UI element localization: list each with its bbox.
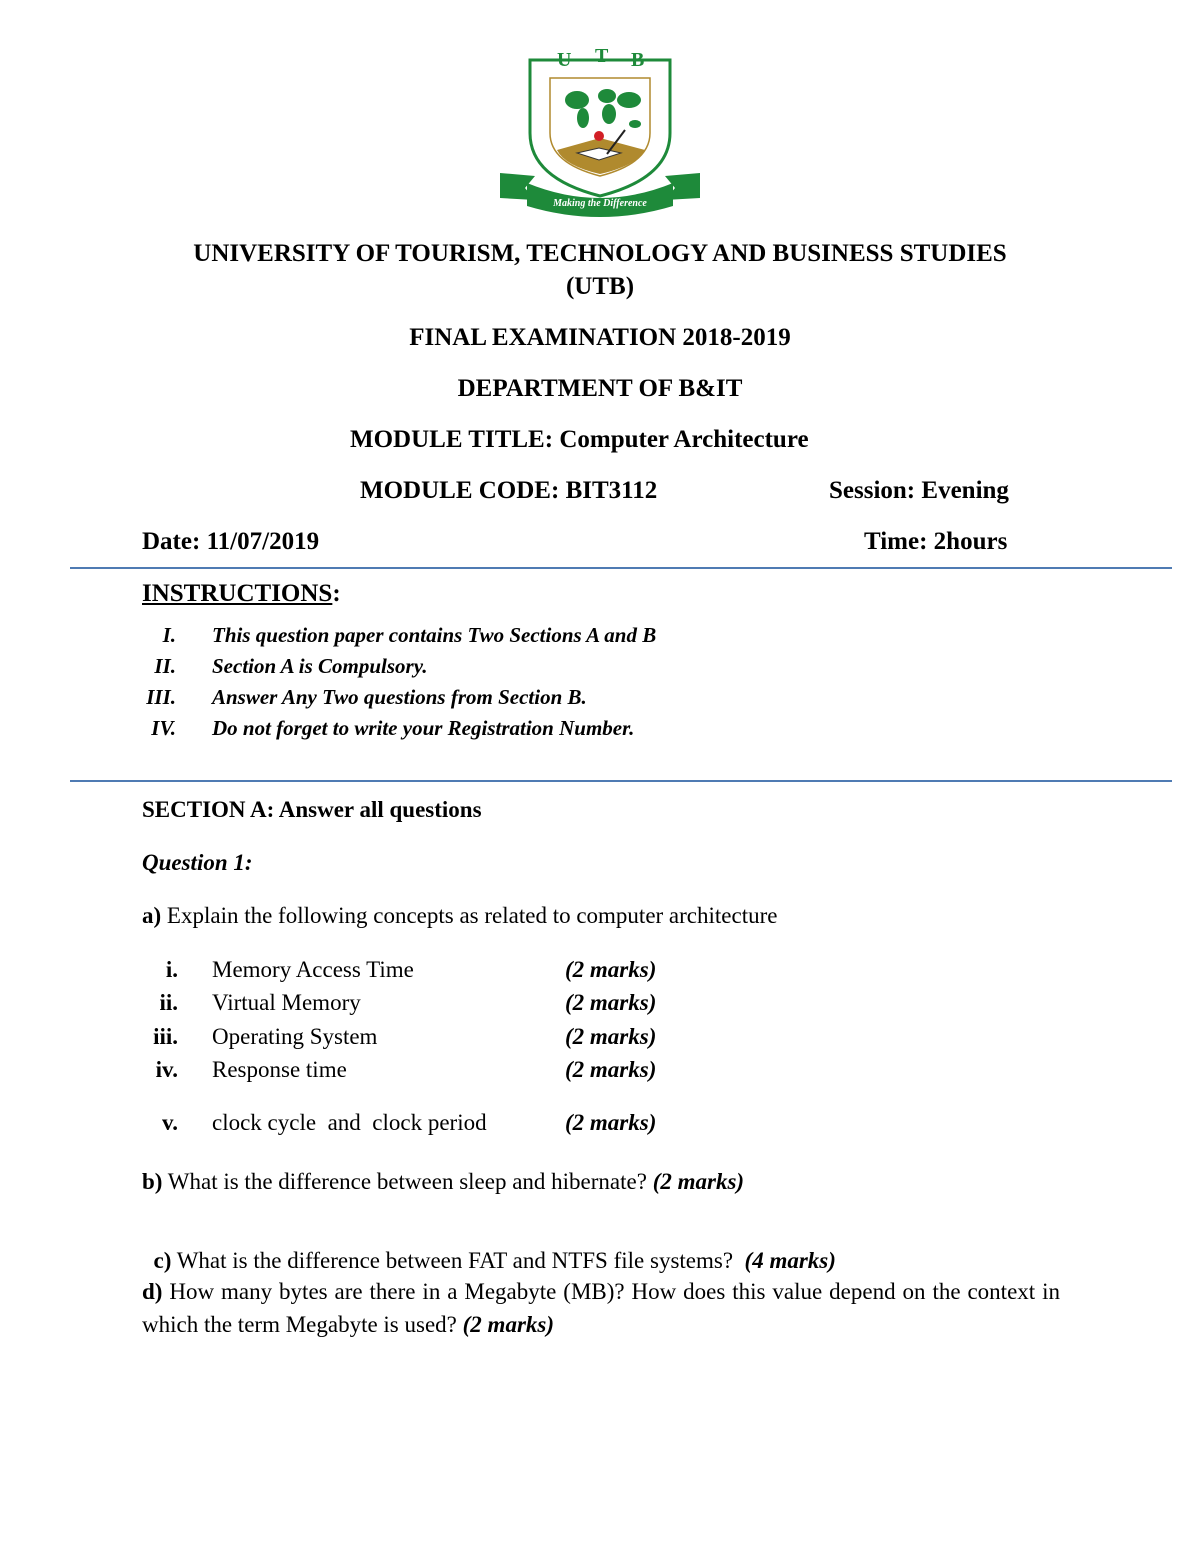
session-value: Evening xyxy=(921,477,1009,504)
subitem-marks: (2 marks) xyxy=(565,1110,657,1135)
university-logo: U T B Making the Difference xyxy=(495,38,705,218)
logo-letter-b: B xyxy=(631,49,644,71)
module-title-label: MODULE TITLE: xyxy=(350,426,554,453)
part-c-marks: (4 marks) xyxy=(744,1248,836,1273)
subitem-text: Virtual Memory xyxy=(212,990,361,1015)
subitem-number: v. xyxy=(162,1110,178,1135)
logo-letter-u: U xyxy=(557,49,571,71)
utb-crest-icon: U T B Making the Difference xyxy=(500,45,700,217)
instructions-colon: : xyxy=(332,580,341,607)
logo-letter-t: T xyxy=(595,45,609,67)
section-a-heading: SECTION A: Answer all questions xyxy=(142,797,482,822)
divider-bottom xyxy=(70,780,1172,782)
module-code: BIT3112 xyxy=(565,477,658,504)
date-value: 11/07/2019 xyxy=(206,528,320,555)
question-part-a: a) Explain the following concepts as rel… xyxy=(142,903,1060,929)
session-line: Session: Evening xyxy=(829,477,1009,505)
instruction-text: Answer Any Two questions from Section B. xyxy=(212,685,587,709)
instruction-text: This question paper contains Two Section… xyxy=(212,623,657,647)
session-label: Session: xyxy=(829,477,916,504)
question-part-d: d) How many bytes are there in a Megabyt… xyxy=(142,1275,1060,1341)
instruction-number: II. xyxy=(154,654,176,678)
question-1-label: Question 1: xyxy=(142,850,253,875)
instruction-number: IV. xyxy=(151,716,176,740)
time-line: Time: 2hours xyxy=(864,528,1007,556)
university-name: UNIVERSITY OF TOURISM, TECHNOLOGY AND BU… xyxy=(193,240,1007,267)
part-d-label: d) xyxy=(142,1279,163,1304)
subitem-number: iv. xyxy=(155,1057,178,1082)
subitem-number: iii. xyxy=(153,1024,178,1049)
subitem-text: Memory Access Time xyxy=(212,957,414,982)
subitem-marks: (2 marks) xyxy=(565,957,657,982)
instruction-number: III. xyxy=(146,685,176,709)
time-label: Time: xyxy=(864,528,928,555)
exam-title: FINAL EXAMINATION 2018-2019 xyxy=(409,324,791,351)
part-b-label: b) xyxy=(142,1169,163,1194)
part-d-text: How many bytes are there in a Megabyte (… xyxy=(142,1279,1060,1337)
part-a-text: Explain the following concepts as relate… xyxy=(161,903,778,928)
instructions-heading: INSTRUCTIONS: xyxy=(142,580,341,608)
subitem-number: i. xyxy=(165,957,178,982)
date-label: Date: xyxy=(142,528,201,555)
instruction-text: Do not forget to write your Registration… xyxy=(212,716,635,740)
module-code-label: MODULE CODE: xyxy=(360,477,560,504)
question-part-c: c) What is the difference between FAT an… xyxy=(142,1222,1060,1274)
instruction-text: Section A is Compulsory. xyxy=(212,654,428,678)
part-c-label: c) xyxy=(153,1248,172,1273)
part-c-text: What is the difference between FAT and N… xyxy=(171,1248,745,1273)
subitem-text: Response time xyxy=(212,1057,347,1082)
part-d-marks: (2 marks) xyxy=(462,1312,555,1337)
part-b-marks: (2 marks) xyxy=(652,1169,745,1194)
divider-top xyxy=(70,567,1172,569)
module-title-line: MODULE TITLE: Computer Architecture xyxy=(350,426,809,454)
question-part-b: b) What is the difference between sleep … xyxy=(142,1169,1060,1195)
university-abbr: (UTB) xyxy=(565,273,635,300)
module-code-line: MODULE CODE: BIT3112 xyxy=(360,477,657,505)
subitem-marks: (2 marks) xyxy=(565,1057,657,1082)
subitem-text: Operating System xyxy=(212,1024,378,1049)
part-a-label: a) xyxy=(142,903,162,928)
subitem-number: ii. xyxy=(159,990,178,1015)
subitem-marks: (2 marks) xyxy=(565,990,657,1015)
subitem-text: clock cycle and clock period xyxy=(212,1110,487,1135)
instruction-number: I. xyxy=(162,623,176,647)
logo-motto: Making the Difference xyxy=(552,198,647,209)
part-b-text: What is the difference between sleep and… xyxy=(162,1169,653,1194)
subitem-marks: (2 marks) xyxy=(565,1024,657,1049)
time-value: 2hours xyxy=(933,528,1008,555)
date-line: Date: 11/07/2019 xyxy=(142,528,319,556)
department: DEPARTMENT OF B&IT xyxy=(457,375,743,402)
instructions-title: INSTRUCTIONS xyxy=(142,580,333,607)
module-title: Computer Architecture xyxy=(559,426,809,453)
